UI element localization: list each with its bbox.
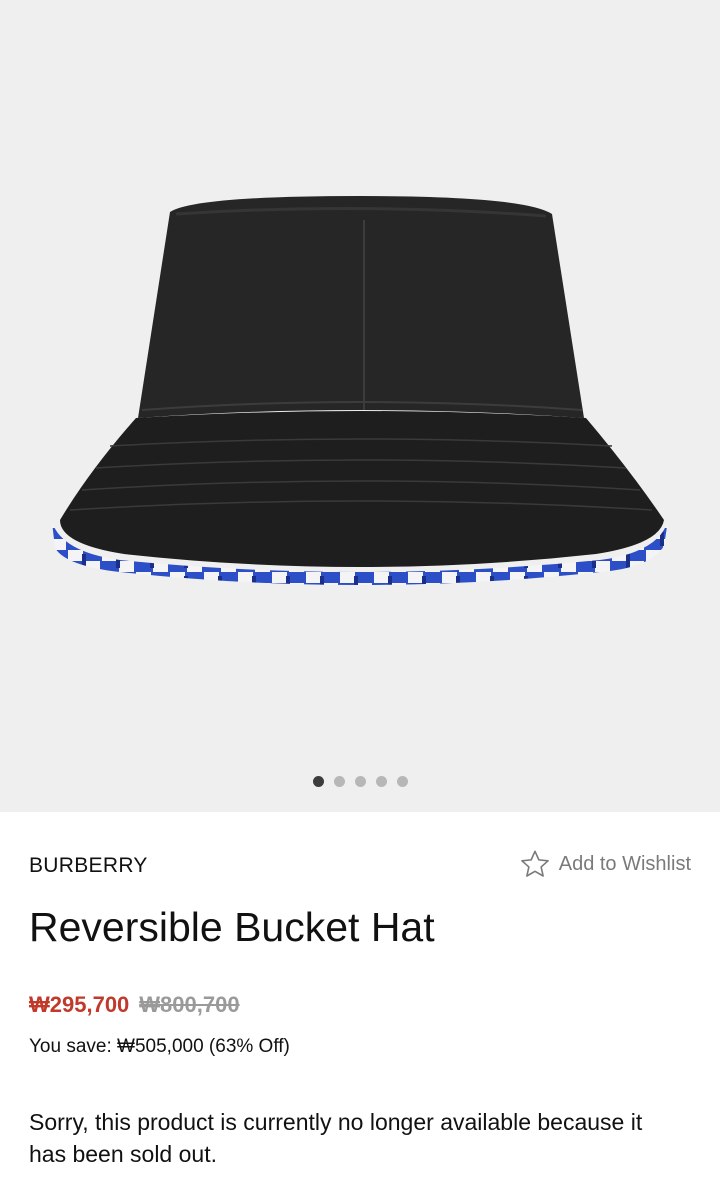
product-title: Reversible Bucket Hat: [29, 904, 435, 950]
product-image-gallery[interactable]: [0, 0, 720, 812]
pagination-dot[interactable]: [333, 776, 345, 787]
pagination-dot[interactable]: [375, 776, 387, 787]
original-price: ₩800,700: [139, 992, 240, 1017]
availability-message: Sorry, this product is currently no long…: [29, 1109, 643, 1167]
star-outline-icon: [520, 850, 549, 877]
product-image[interactable]: [0, 0, 720, 812]
gallery-pagination[interactable]: [0, 776, 720, 787]
add-to-wishlist-button[interactable]: Add to Wishlist: [519, 848, 691, 880]
brand-name: BURBERRY: [29, 854, 148, 877]
price-row: ₩295,700 ₩800,700: [29, 992, 240, 1018]
product-page: BURBERRY Add to Wishlist Reversible Buck…: [0, 0, 720, 1200]
pagination-dot[interactable]: [396, 776, 408, 787]
pagination-dot[interactable]: [354, 776, 366, 787]
pagination-dot-active[interactable]: [312, 776, 324, 787]
savings-text: You save: ₩505,000 (63% Off): [29, 1036, 290, 1057]
wishlist-label: Add to Wishlist: [558, 852, 691, 875]
sale-price: ₩295,700: [29, 992, 130, 1017]
